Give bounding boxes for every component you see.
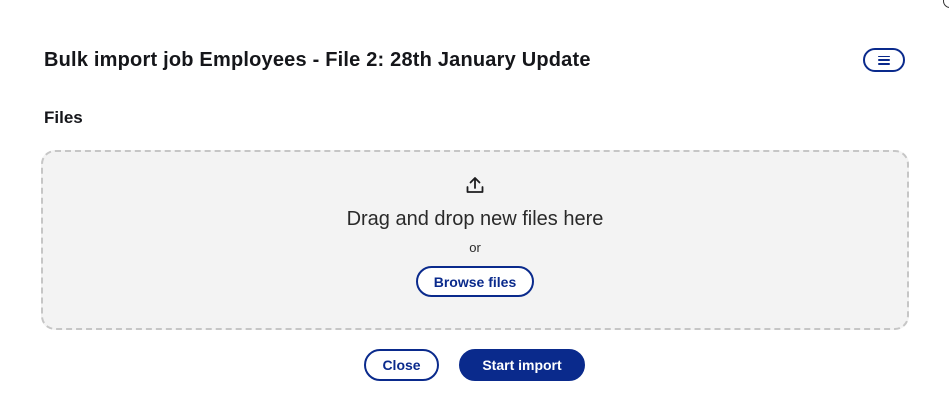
or-separator-text: or	[469, 240, 481, 255]
upload-icon	[466, 177, 484, 193]
dialog-header: Bulk import job Employees - File 2: 28th…	[44, 46, 905, 74]
file-dropzone[interactable]: Drag and drop new files here or Browse f…	[41, 150, 909, 330]
menu-icon	[878, 55, 890, 65]
corner-circle-icon	[943, 0, 949, 8]
dialog-title: Bulk import job Employees - File 2: 28th…	[44, 48, 591, 71]
drop-instruction-text: Drag and drop new files here	[346, 208, 604, 230]
dialog-footer: Close Start import	[0, 349, 949, 381]
close-button[interactable]: Close	[364, 349, 439, 381]
browse-files-button[interactable]: Browse files	[415, 266, 535, 297]
bulk-import-dialog: Bulk import job Employees - File 2: 28th…	[0, 0, 949, 409]
menu-button[interactable]	[863, 48, 905, 72]
files-section-label: Files	[44, 108, 83, 127]
start-import-button[interactable]: Start import	[459, 349, 585, 381]
